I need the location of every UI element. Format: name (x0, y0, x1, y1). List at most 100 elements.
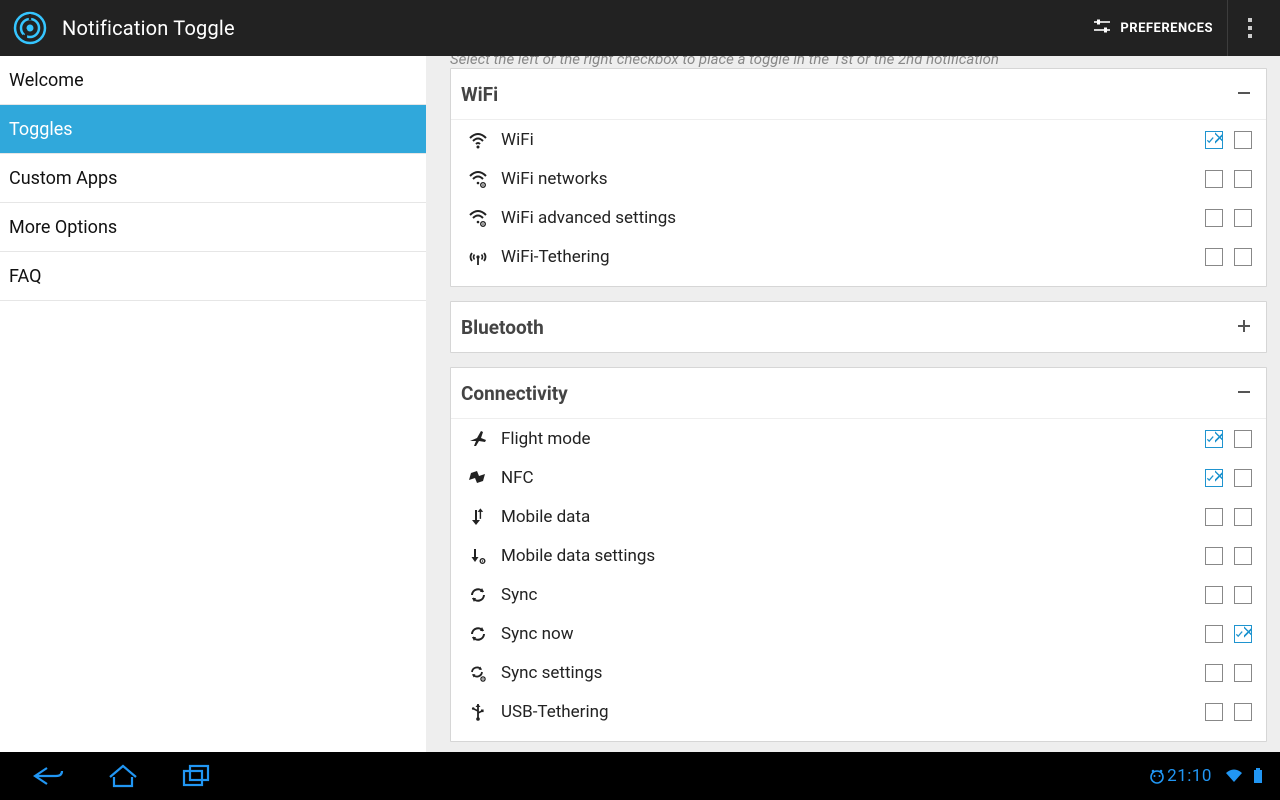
rom-logo-icon (1147, 766, 1167, 786)
checkbox-group (1205, 586, 1252, 604)
toggle-label: Mobile data settings (501, 546, 655, 566)
sidebar-item-label: Toggles (9, 119, 73, 140)
checkbox-notification-2[interactable] (1234, 430, 1252, 448)
recents-button[interactable] (160, 752, 234, 800)
battery-status-icon (1248, 766, 1268, 786)
sidebar-item-faq[interactable]: FAQ (0, 252, 426, 301)
toggle-label: Sync now (501, 624, 574, 644)
checkbox-notification-1[interactable] (1205, 547, 1223, 565)
data-icon (467, 506, 489, 528)
sidebar-item-toggles[interactable]: Toggles (0, 105, 426, 154)
checkbox-notification-1[interactable] (1205, 508, 1223, 526)
app-title: Notification Toggle (62, 16, 235, 40)
collapse-icon (1236, 382, 1252, 405)
checkbox-notification-2[interactable] (1234, 703, 1252, 721)
checkbox-notification-1[interactable] (1205, 625, 1223, 643)
section-connectivity: Connectivity Flight mode NFC Mobile data Mob… (450, 367, 1267, 742)
overflow-menu-button[interactable] (1228, 0, 1272, 56)
toggle-label: WiFi advanced settings (501, 208, 676, 228)
app-icon (12, 10, 48, 46)
toggle-row: Flight mode (451, 419, 1266, 458)
toggle-row: Mobile data (451, 497, 1266, 536)
checkbox-group (1205, 248, 1252, 266)
sidebar-item-welcome[interactable]: Welcome (0, 56, 426, 105)
toggle-row: WiFi-Tethering (451, 237, 1266, 276)
toggle-label: Flight mode (501, 429, 591, 449)
toggle-label: Mobile data (501, 507, 590, 527)
data-gear-icon (467, 545, 489, 567)
checkbox-notification-1[interactable] (1205, 170, 1223, 188)
checkbox-notification-1[interactable] (1205, 664, 1223, 682)
sliders-icon (1092, 16, 1112, 40)
wifi-gear-icon (467, 207, 489, 229)
wifi-gear-icon (467, 168, 489, 190)
content-pane: Select the left or the right checkbox to… (426, 56, 1280, 752)
section-header[interactable]: Connectivity (451, 368, 1266, 418)
checkbox-group (1205, 664, 1252, 682)
toggle-row: WiFi networks (451, 159, 1266, 198)
checkbox-notification-2[interactable] (1234, 131, 1252, 149)
preferences-label: PREFERENCES (1120, 21, 1213, 36)
section-bluetooth: Bluetooth (450, 301, 1267, 353)
toggle-label: WiFi (501, 130, 534, 150)
checkbox-group (1205, 547, 1252, 565)
sidebar-item-label: More Options (9, 217, 117, 238)
checkbox-notification-2[interactable] (1234, 508, 1252, 526)
checkbox-notification-1[interactable] (1205, 209, 1223, 227)
toggle-label: Sync settings (501, 663, 602, 683)
back-button[interactable] (12, 752, 86, 800)
checkbox-notification-2[interactable] (1234, 248, 1252, 266)
checkbox-group (1205, 131, 1252, 149)
checkbox-group (1205, 469, 1252, 487)
toggle-row: Sync now (451, 614, 1266, 653)
expand-icon (1236, 316, 1252, 339)
section-title: Bluetooth (461, 316, 544, 339)
toggle-label: Sync (501, 585, 537, 605)
toggle-label: WiFi networks (501, 169, 608, 189)
checkbox-notification-1[interactable] (1205, 248, 1223, 266)
toggle-row: Mobile data settings (451, 536, 1266, 575)
checkbox-group (1205, 508, 1252, 526)
sidebar-item-custom-apps[interactable]: Custom Apps (0, 154, 426, 203)
toggle-label: NFC (501, 468, 534, 488)
usb-icon (467, 701, 489, 723)
toggle-row: USB-Tethering (451, 692, 1266, 731)
checkbox-notification-2[interactable] (1234, 469, 1252, 487)
preferences-button[interactable]: PREFERENCES (1078, 0, 1228, 56)
checkbox-notification-2[interactable] (1234, 586, 1252, 604)
hint-text: Select the left or the right checkbox to… (450, 56, 1267, 68)
collapse-icon (1236, 83, 1252, 106)
checkbox-notification-1[interactable] (1205, 703, 1223, 721)
checkbox-notification-2[interactable] (1234, 170, 1252, 188)
sidebar-item-label: Custom Apps (9, 168, 117, 189)
section-header[interactable]: Bluetooth (451, 302, 1266, 352)
checkbox-notification-2[interactable] (1234, 664, 1252, 682)
sidebar-item-more-options[interactable]: More Options (0, 203, 426, 252)
home-button[interactable] (86, 752, 160, 800)
toggle-row: Sync (451, 575, 1266, 614)
checkbox-group (1205, 430, 1252, 448)
sync-icon (467, 623, 489, 645)
checkbox-group (1205, 703, 1252, 721)
toggle-row: Sync settings (451, 653, 1266, 692)
section-title: WiFi (461, 83, 498, 106)
toggle-label: USB-Tethering (501, 702, 609, 722)
checkbox-notification-1[interactable] (1205, 430, 1223, 448)
checkbox-notification-1[interactable] (1205, 586, 1223, 604)
tether-icon (467, 246, 489, 268)
nfc-icon (467, 467, 489, 489)
section-header[interactable]: WiFi (451, 69, 1266, 119)
checkbox-notification-2[interactable] (1234, 209, 1252, 227)
checkbox-group (1205, 625, 1252, 643)
toggle-row: NFC (451, 458, 1266, 497)
checkbox-notification-2[interactable] (1234, 625, 1252, 643)
checkbox-notification-2[interactable] (1234, 547, 1252, 565)
section-title: Connectivity (461, 382, 568, 405)
sidebar-item-label: FAQ (9, 266, 41, 287)
checkbox-group (1205, 170, 1252, 188)
checkbox-notification-1[interactable] (1205, 469, 1223, 487)
wifi-status-icon (1224, 766, 1244, 786)
checkbox-notification-1[interactable] (1205, 131, 1223, 149)
sync-icon (467, 584, 489, 606)
system-nav-bar: 21:10 (0, 752, 1280, 800)
